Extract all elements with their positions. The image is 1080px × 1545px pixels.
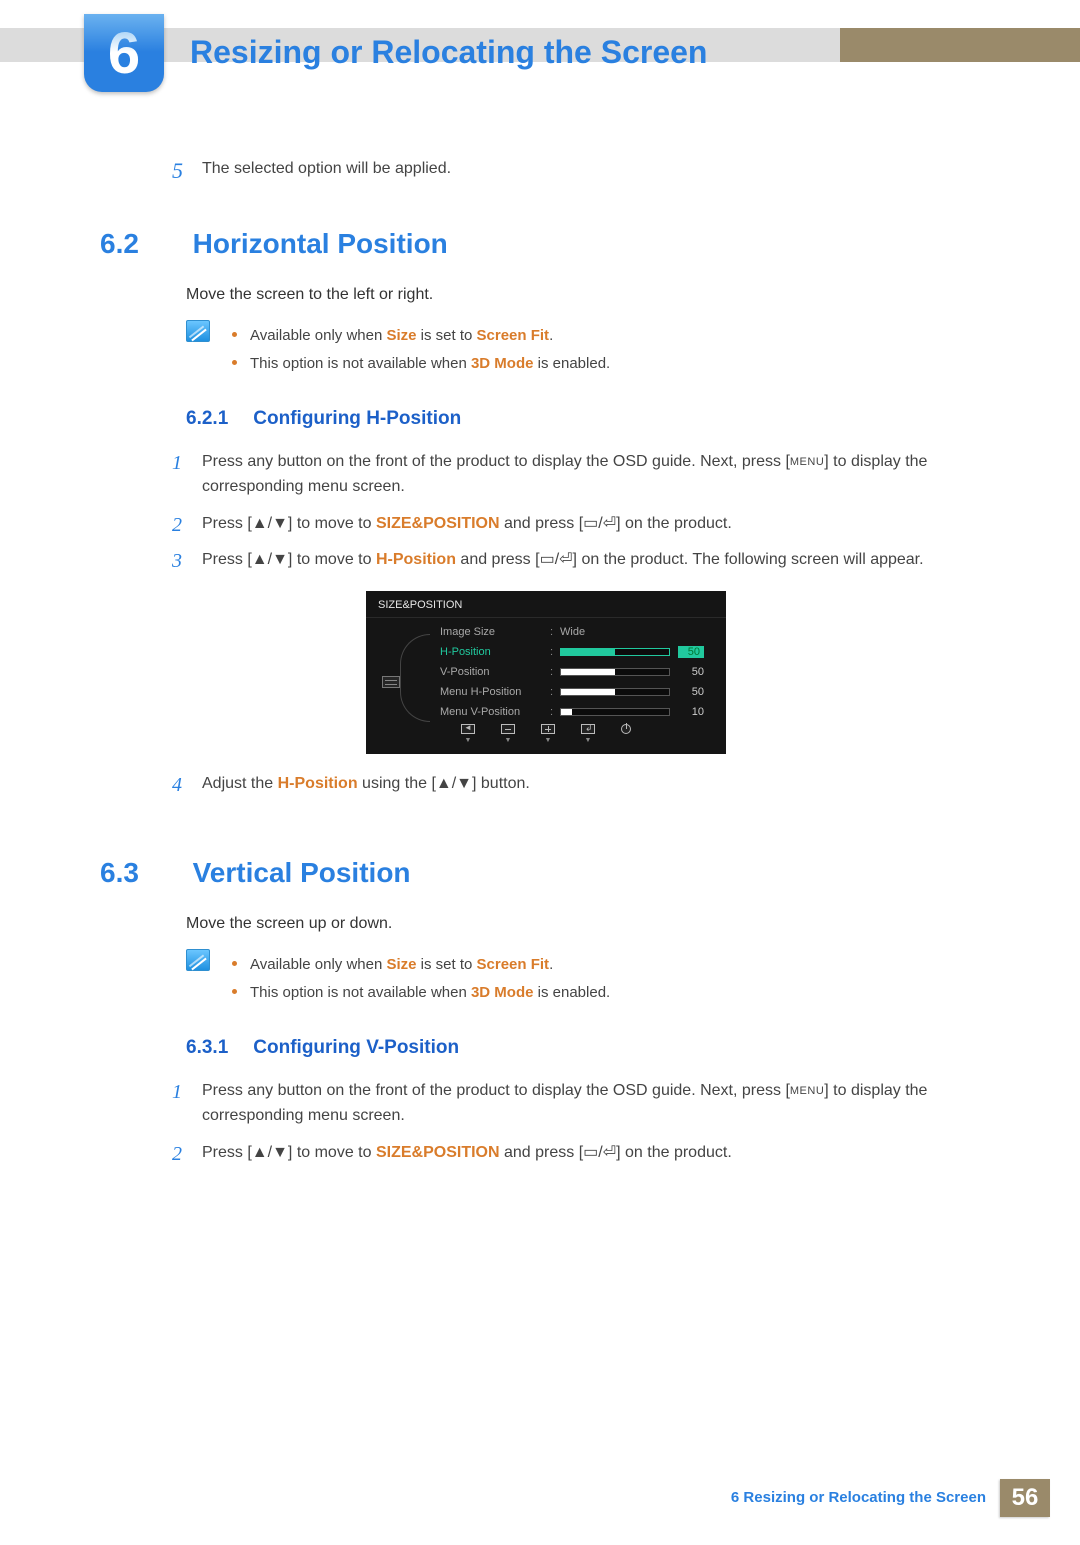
step-text: The selected option will be applied. [202,160,451,177]
note-item: This option is not available when 3D Mod… [228,981,610,1005]
osd-row-label: H-Position [440,646,550,658]
osd-slider [560,648,670,656]
header-bar-right [840,28,1080,62]
osd-body: Image Size : Wide H-Position : 50 V-Posi… [366,618,726,726]
note-item: Available only when Size is set to Scree… [228,953,610,977]
chapter-number: 6 [108,21,140,86]
section-description: Move the screen to the left or right. [186,286,980,304]
osd-screenshot: SIZE&POSITION Image Size : Wide H-Positi… [366,591,726,754]
note-icon [186,320,210,342]
note-block: Available only when Size is set to Scree… [186,320,980,380]
step-item: Press any button on the front of the pro… [172,1073,980,1135]
section-title: Vertical Position [193,857,411,888]
osd-slider [560,708,670,716]
chapter-badge: 6 [84,14,164,92]
osd-row-value: 50 [678,646,704,658]
note-list: Available only when Size is set to Scree… [228,949,610,1009]
section-heading-6-3: 6.3 Vertical Position [100,857,980,889]
osd-row-label: Menu H-Position [440,686,550,698]
subsection-title: Configuring H-Position [253,408,461,429]
osd-row-value: 50 [678,666,704,678]
note-block: Available only when Size is set to Scree… [186,949,980,1009]
steps-list: Press any button on the front of the pro… [172,1073,980,1171]
step-item: Press [▲/▼] to move to H-Position and pr… [172,542,980,579]
section-heading-6-2: 6.2 Horizontal Position [100,228,980,260]
osd-title: SIZE&POSITION [366,591,726,618]
osd-panel: SIZE&POSITION Image Size : Wide H-Positi… [366,591,726,754]
step-item: Press any button on the front of the pro… [172,444,980,506]
step-item: Press [▲/▼] to move to SIZE&POSITION and… [172,1135,980,1172]
subsection-number: 6.2.1 [186,408,248,430]
page-title: Resizing or Relocating the Screen [190,34,707,71]
subsection-heading-6-2-1: 6.2.1 Configuring H-Position [186,408,980,430]
step-item: 5 The selected option will be applied. [172,160,980,186]
osd-row-label: V-Position [440,666,550,678]
section-title: Horizontal Position [193,228,448,259]
menu-key-label: MENU [790,1085,824,1097]
step-item: Adjust the H-Position using the [▲/▼] bu… [172,766,980,803]
updown-icon: ▲/▼ [252,551,288,568]
updown-icon: ▲/▼ [252,515,288,532]
osd-row-label: Image Size [440,626,550,638]
note-list: Available only when Size is set to Scree… [228,320,610,380]
osd-slider [560,668,670,676]
note-icon [186,949,210,971]
osd-back-icon: ▼ [461,724,475,744]
osd-row-label: Menu V-Position [440,706,550,718]
updown-icon: ▲/▼ [252,1144,288,1161]
subsection-number: 6.3.1 [186,1037,248,1059]
section-description: Move the screen up or down. [186,915,980,933]
osd-arc-decoration [400,634,430,722]
note-item: This option is not available when 3D Mod… [228,352,610,376]
section-number: 6.2 [100,228,186,260]
menu-key-label: MENU [790,456,824,468]
subsection-heading-6-3-1: 6.3.1 Configuring V-Position [186,1037,980,1059]
steps-list: Adjust the H-Position using the [▲/▼] bu… [172,766,980,803]
osd-row-value: Wide [560,626,585,638]
page-header: 6 Resizing or Relocating the Screen [0,18,1080,70]
enter-icon: ▭/⏎ [540,551,573,568]
osd-slider [560,688,670,696]
steps-list: Press any button on the front of the pro… [172,444,980,579]
osd-row-value: 50 [678,686,704,698]
subsection-title: Configuring V-Position [253,1037,459,1058]
osd-enter-icon: ▼ [581,724,595,744]
osd-minus-icon: ▼ [501,724,515,744]
enter-icon: ▭/⏎ [583,1144,616,1161]
note-item: Available only when Size is set to Scree… [228,324,610,348]
step-number: 5 [172,158,183,184]
section-number: 6.3 [100,857,186,889]
osd-toolbar: ▼ ▼ ▼ ▼ [366,718,726,750]
page-content: 5 The selected option will be applied. 6… [0,70,1080,1281]
footer-page-number: 56 [1000,1479,1050,1517]
enter-icon: ▭/⏎ [583,515,616,532]
updown-icon: ▲/▼ [436,775,472,792]
osd-plus-icon: ▼ [541,724,555,744]
page-footer: 6 Resizing or Relocating the Screen 56 [731,1479,1050,1517]
osd-power-icon [621,724,631,744]
footer-chapter-label: 6 Resizing or Relocating the Screen [731,1479,1000,1517]
osd-row-value: 10 [678,706,704,718]
osd-category-icon [382,676,400,688]
step-item: Press [▲/▼] to move to SIZE&POSITION and… [172,506,980,543]
